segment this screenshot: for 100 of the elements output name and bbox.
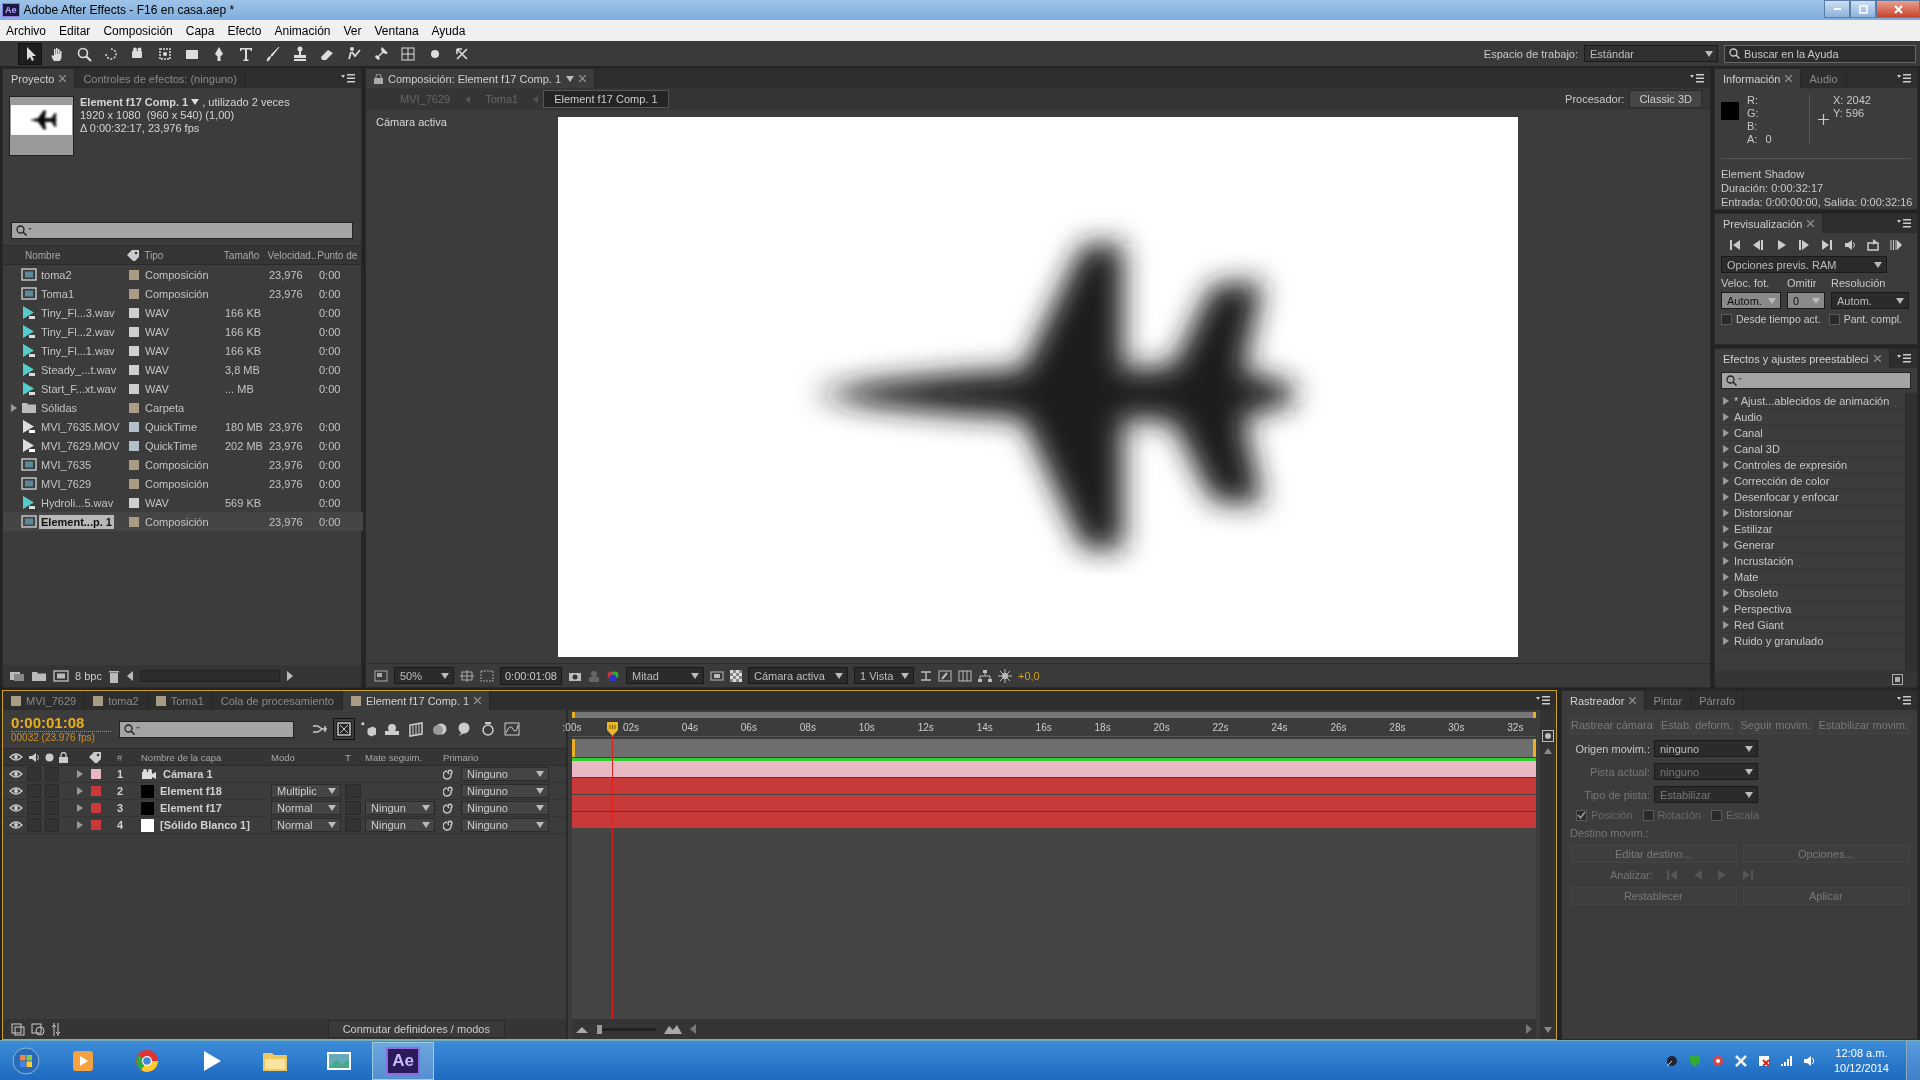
label-swatch[interactable] <box>129 516 139 527</box>
preview-options-dropdown[interactable]: Opciones previs. RAM <box>1721 256 1887 273</box>
panel-tab[interactable]: Audio <box>1801 69 1847 88</box>
breadcrumb-item[interactable]: Element f17 Comp. 1 <box>543 90 669 108</box>
close-button[interactable] <box>1876 0 1920 18</box>
checkbox[interactable] <box>1576 809 1587 821</box>
label-swatch[interactable] <box>129 269 139 280</box>
label-swatch[interactable] <box>91 786 101 796</box>
track-matte-dropdown[interactable]: Ningun <box>365 801 435 815</box>
clock[interactable]: 12:08 a.m. 10/12/2014 <box>1825 1045 1897 1076</box>
label-swatch[interactable] <box>129 402 139 413</box>
scroll-up-icon[interactable] <box>1544 748 1552 754</box>
panel-tab[interactable]: Pintar <box>1645 691 1692 710</box>
live-update-icon[interactable] <box>336 721 352 737</box>
project-item[interactable]: MVI_7635 Composición 23,976 0:00 <box>3 455 363 474</box>
new-item-icon[interactable] <box>1892 673 1903 685</box>
expand-triangle-icon[interactable] <box>77 804 83 812</box>
magnification-dropdown[interactable]: 50% <box>394 667 454 684</box>
column-header[interactable]: Velocidad.. <box>267 249 318 261</box>
effect-category[interactable]: * Ajust...ablecidos de animación <box>1715 393 1905 409</box>
panel-tab[interactable]: Composición: Element f17 Comp. 1 <box>366 69 596 88</box>
project-item[interactable]: Sólidas Carpeta <box>3 398 363 417</box>
previous-frame-icon[interactable] <box>1752 239 1764 251</box>
field-dropdown[interactable]: ninguno <box>1654 740 1758 757</box>
eye-icon[interactable] <box>9 786 23 796</box>
flag-alert-icon[interactable] <box>1756 1053 1771 1068</box>
expand-triangle-icon[interactable] <box>77 821 83 829</box>
loop-icon[interactable] <box>1867 239 1879 251</box>
panel-tab[interactable]: Controles de efectos: (ninguno) <box>75 69 246 88</box>
playhead-handle-icon[interactable] <box>606 722 618 736</box>
label-swatch[interactable] <box>129 288 139 299</box>
scrollbar[interactable] <box>1905 393 1917 671</box>
trash-icon[interactable] <box>107 669 120 683</box>
label-swatch[interactable] <box>129 478 139 489</box>
color-channels-icon[interactable] <box>606 669 620 682</box>
scroll-right-icon[interactable] <box>285 671 294 681</box>
panel-tab[interactable]: Toma1 <box>147 691 213 710</box>
solo-dot-icon[interactable] <box>45 752 54 762</box>
region-of-interest-icon[interactable] <box>710 669 724 682</box>
column-header[interactable]: Tipo <box>142 249 224 261</box>
blend-mode-dropdown[interactable]: Normal <box>271 801 341 815</box>
camera-view-dropdown[interactable]: Cámara activa <box>748 667 848 684</box>
speaker-icon[interactable] <box>1844 239 1856 251</box>
panel-tab[interactable]: Información <box>1715 69 1802 88</box>
layer-name[interactable]: Cámara 1 <box>163 768 213 780</box>
menu-item[interactable]: Ventana <box>368 23 426 38</box>
layer-name[interactable]: Element f17 <box>160 802 222 814</box>
signal-bars-icon[interactable] <box>1779 1053 1794 1068</box>
panel-tab[interactable]: Párrafo <box>1691 691 1745 710</box>
menu-item[interactable]: Ayuda <box>425 23 473 38</box>
effect-category[interactable]: Canal <box>1715 425 1905 441</box>
label-swatch[interactable] <box>129 383 139 394</box>
maximize-button[interactable] <box>1850 0 1876 18</box>
panel-tab[interactable]: Previsualización <box>1715 214 1824 233</box>
eye-icon[interactable] <box>9 803 23 813</box>
close-icon[interactable] <box>1785 75 1793 82</box>
column-header[interactable]: Nombre de la capa <box>141 751 271 763</box>
graph-editor-icon[interactable] <box>504 721 520 737</box>
checkbox[interactable] <box>1642 809 1654 821</box>
effect-category[interactable]: Ruido y granulado <box>1715 633 1905 649</box>
checkbox[interactable] <box>1721 313 1732 325</box>
layer-row[interactable]: 1 Cámara 1 Ninguno <box>3 766 566 783</box>
field-dropdown[interactable]: Autom. <box>1831 292 1909 309</box>
menu-item[interactable]: Ver <box>337 23 369 38</box>
label-swatch[interactable] <box>91 820 101 830</box>
effect-category[interactable]: Generar <box>1715 537 1905 553</box>
motion-blur-icon[interactable] <box>432 721 448 737</box>
effect-category[interactable]: Canal 3D <box>1715 441 1905 457</box>
current-time-display[interactable]: 0:00:01:08 <box>11 715 111 732</box>
scroll-left-icon[interactable] <box>690 1024 696 1034</box>
scroll-right-icon[interactable] <box>1526 1024 1532 1034</box>
layer-row[interactable]: 3 Element f17 Normal Ningun Ninguno <box>3 800 566 817</box>
project-item[interactable]: MVI_7629.MOV QuickTime 202 MB 23,976 0:00 <box>3 436 363 455</box>
eye-icon[interactable] <box>9 769 23 779</box>
eye-icon[interactable] <box>9 752 23 762</box>
project-item[interactable]: MVI_7635.MOV QuickTime 180 MB 23,976 0:00 <box>3 417 363 436</box>
panel-menu-icon[interactable] <box>1897 354 1911 363</box>
auto-keyframe-icon[interactable] <box>480 721 496 737</box>
menu-item[interactable]: Composición <box>97 23 180 38</box>
track-matte-dropdown[interactable]: Ningun <box>365 818 435 832</box>
eye-icon[interactable] <box>9 820 23 830</box>
lock-icon[interactable] <box>374 73 383 84</box>
close-icon[interactable] <box>59 75 67 82</box>
speaker-icon[interactable] <box>1802 1053 1817 1068</box>
panel-menu-icon[interactable] <box>1897 74 1911 83</box>
dropdown-caret-icon[interactable] <box>191 99 200 105</box>
project-item[interactable]: Tiny_Fl...3.wav WAV 166 KB 0:00 <box>3 303 363 322</box>
new-composition-icon[interactable] <box>53 670 69 682</box>
play-icon[interactable] <box>1775 239 1787 251</box>
parent-dropdown[interactable]: Ninguno <box>461 801 549 815</box>
comp-button-icon[interactable] <box>1542 730 1554 742</box>
menu-item[interactable]: Efecto <box>221 23 269 38</box>
search-field[interactable] <box>119 720 294 738</box>
field-dropdown[interactable]: 0 <box>1787 292 1825 309</box>
panel-menu-icon[interactable] <box>1536 696 1550 705</box>
column-header[interactable]: Primario <box>443 751 551 763</box>
pick-whip-icon[interactable] <box>443 785 455 797</box>
project-item[interactable]: Toma1 Composición 23,976 0:00 <box>3 284 363 303</box>
parent-dropdown[interactable]: Ninguno <box>461 818 549 832</box>
renderer-button[interactable]: Classic 3D <box>1629 90 1702 108</box>
